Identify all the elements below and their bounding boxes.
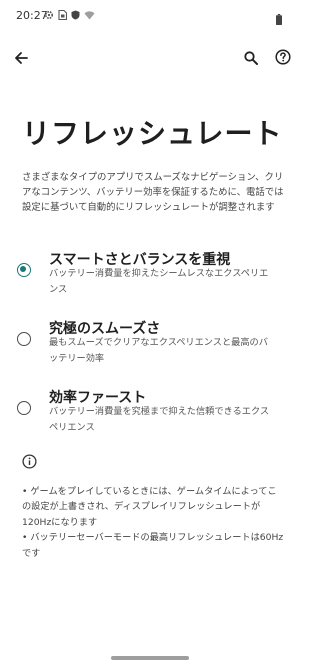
page-title: リフレッシュレート [22,117,283,150]
radio-ultimate-smooth[interactable] [17,332,31,346]
battery-icon [276,10,282,29]
help-icon [275,49,291,69]
notes: • ゲームをプレイしているときには、ゲームタイムによってこの設定が上書きされ、デ… [22,484,284,561]
radio-smart-balance[interactable] [17,263,31,277]
note-line: • ゲームをプレイしているときには、ゲームタイムによってこの設定が上書きされ、デ… [22,486,277,528]
sim-icon [58,10,67,20]
option-efficiency-first[interactable]: 効率ファースト バッテリー消費量を究極まで抑えた信頼できるエクスペリエンス [0,384,300,438]
status-time: 20:27 [16,9,48,22]
gear-icon [44,10,54,20]
status-icons [44,10,95,20]
app-bar [0,44,300,74]
arrow-back-icon [14,50,28,69]
note-line: • バッテリーセーバーモードの最高リフレッシュレートは60Hzです [22,532,284,559]
wifi-icon [84,10,95,20]
shield-icon [71,10,80,20]
radio-efficiency-first[interactable] [17,401,31,415]
option-desc: バッテリー消費量を抑えたシームレスなエクスペリエンス [49,268,269,295]
nav-gesture-handle[interactable] [111,656,189,660]
option-ultimate-smooth[interactable]: 究極のスムーズさ 最もスムーズでクリアなエクスペリエンスと最高のバッテリー効率 [0,315,300,369]
page-description: さまざまなタイプのアプリでスムーズなナビゲーション、クリアなコンテンツ、バッテリ… [22,172,284,214]
info-icon [22,454,37,469]
option-desc: 最もスムーズでクリアなエクスペリエンスと最高のバッテリー効率 [49,337,268,364]
search-icon [244,50,258,69]
back-button[interactable] [10,48,32,70]
help-button[interactable] [272,48,294,70]
search-button[interactable] [240,48,262,70]
option-desc: バッテリー消費量を究極まで抑えた信頼できるエクスペリエンス [49,406,270,433]
status-bar: 20:27 [0,0,300,30]
option-smart-balance[interactable]: スマートさとバランスを重視 バッテリー消費量を抑えたシームレスなエクスペリエンス [0,246,300,300]
